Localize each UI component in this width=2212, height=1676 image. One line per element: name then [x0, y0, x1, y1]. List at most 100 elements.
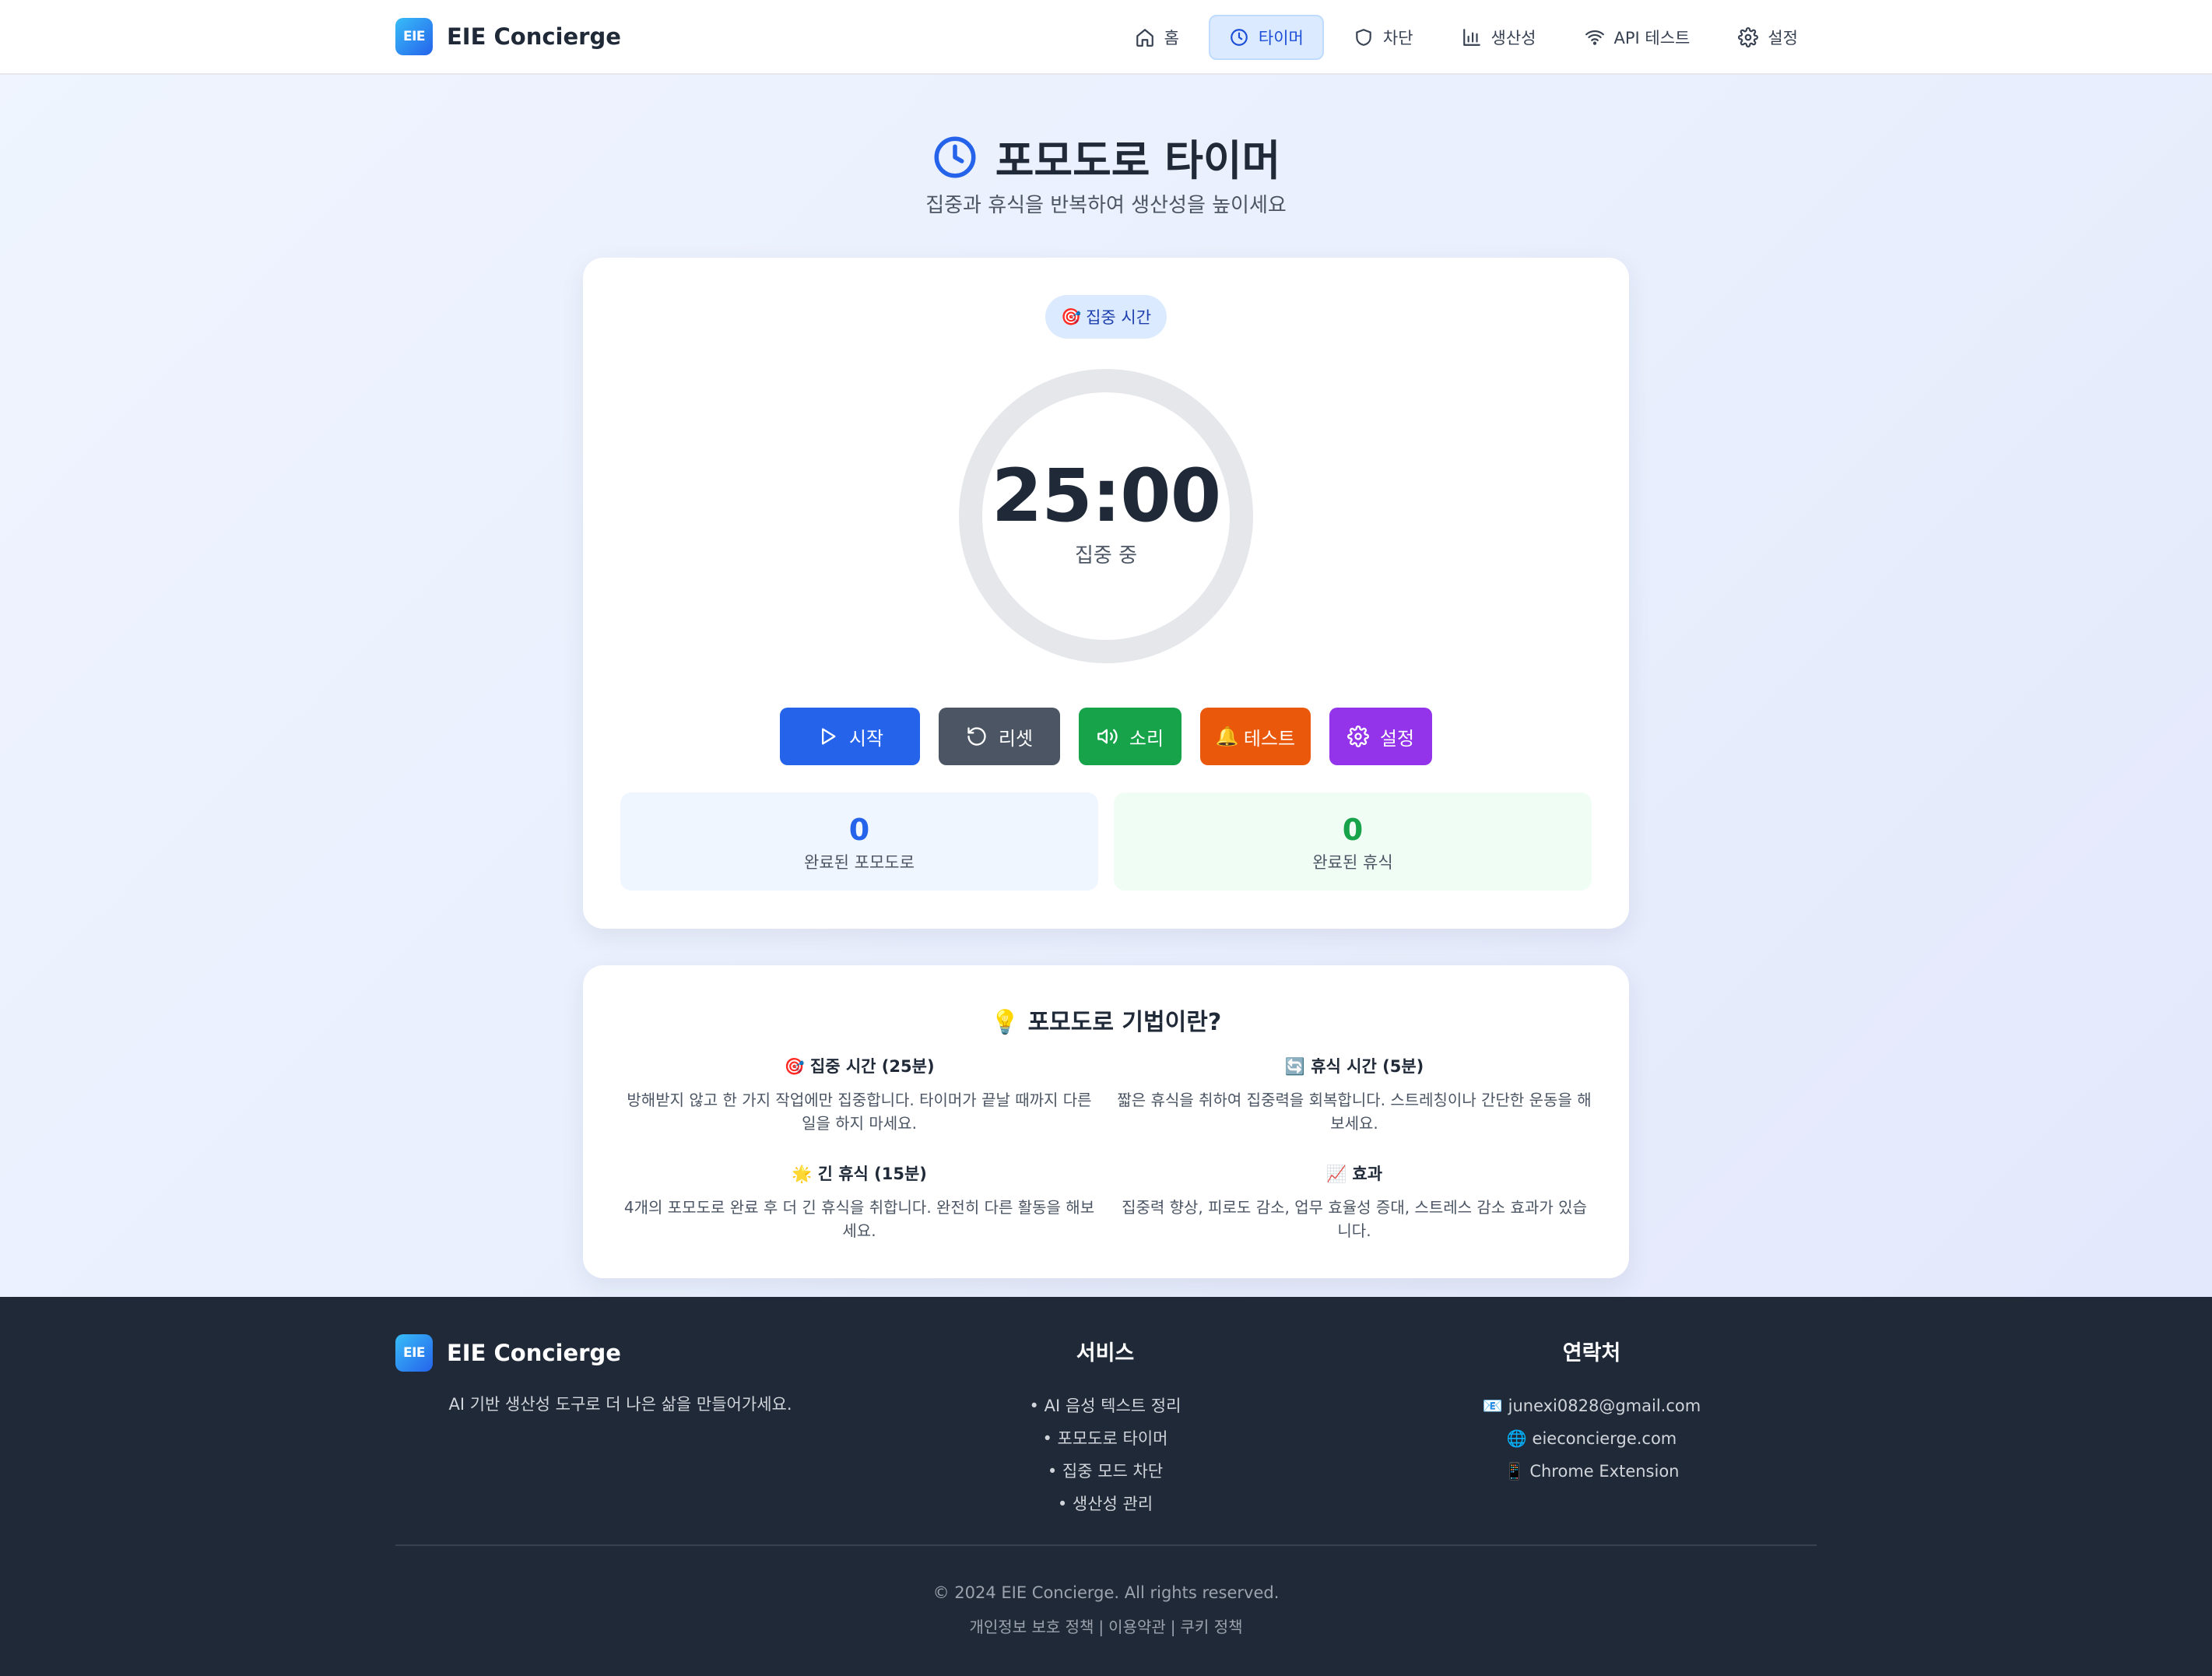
top-navbar: EIE EIE Concierge 홈 타이머 차단 생산성 API 테스트 설…	[0, 0, 2212, 75]
clock-icon	[1231, 29, 1248, 46]
lightbulb-icon: 💡	[990, 1009, 1020, 1036]
link-separator: |	[1098, 1618, 1104, 1636]
footer-tagline: AI 기반 생산성 도구로 더 나은 삶을 만들어가세요.	[448, 1395, 792, 1414]
footer-services-title: 서비스	[1076, 1341, 1135, 1365]
footer-brand-logo: EIE	[395, 1334, 433, 1372]
footer-contact-extension[interactable]: 📱 Chrome Extension	[1405, 1455, 1778, 1488]
reset-label: 리셋	[998, 727, 1034, 750]
footer-contact-website[interactable]: 🌐 eieconcierge.com	[1405, 1422, 1778, 1455]
target-icon: 🎯	[1060, 307, 1082, 326]
test-button[interactable]: 🔔 테스트	[1200, 708, 1311, 765]
sound-button[interactable]: 소리	[1079, 708, 1181, 765]
info-item-text: 4개의 포모도로 완료 후 더 긴 휴식을 취합니다. 완전히 다른 활동을 해…	[623, 1198, 1095, 1240]
info-item-title-text: 휴식 시간 (5분)	[1311, 1057, 1424, 1076]
completed-breaks-stat: 0 완료된 휴식	[1114, 792, 1592, 891]
privacy-policy-link[interactable]: 개인정보 보호 정책	[970, 1618, 1094, 1636]
footer-services: 서비스 • AI 음성 텍스트 정리 • 포모도로 타이머 • 집중 모드 차단…	[918, 1336, 1292, 1520]
gear-icon	[1347, 726, 1369, 747]
mode-badge: 🎯 집중 시간	[1045, 295, 1167, 339]
wifi-icon	[1585, 30, 1604, 45]
timer-settings-label: 설정	[1379, 727, 1415, 750]
nav-item-label: 타이머	[1258, 29, 1304, 47]
timer-card: 🎯 집중 시간 25:00 집중 중 시작 리셋 소리 🔔 테스트 설정 0 완…	[583, 258, 1629, 929]
page-title: 포모도로 타이머	[0, 126, 2212, 188]
timer-controls: 시작 리셋 소리 🔔 테스트 설정	[583, 708, 1629, 765]
shield-icon	[1356, 29, 1371, 46]
brand[interactable]: EIE EIE Concierge	[395, 18, 621, 55]
nav-item-block[interactable]: 차단	[1335, 15, 1432, 60]
footer-services-list: • AI 음성 텍스트 정리 • 포모도로 타이머 • 집중 모드 차단 • 생…	[918, 1390, 1292, 1520]
footer: EIE EIE Concierge AI 기반 생산성 도구로 더 나은 삶을 …	[0, 1297, 2212, 1676]
info-item-title: 🌟 긴 휴식 (15분)	[622, 1161, 1097, 1185]
start-label: 시작	[848, 727, 884, 750]
info-item-long-break: 🌟 긴 휴식 (15분) 4개의 포모도로 완료 후 더 긴 휴식을 취합니다.…	[622, 1161, 1097, 1242]
info-item-title: 📈 효과	[1117, 1161, 1592, 1185]
footer-service-item[interactable]: • 포모도로 타이머	[918, 1422, 1292, 1455]
footer-service-item[interactable]: • 집중 모드 차단	[918, 1455, 1292, 1488]
footer-service-item[interactable]: • 생산성 관리	[918, 1488, 1292, 1520]
info-item-text: 짧은 휴식을 취하여 집중력을 회복합니다. 스트레칭이나 간단한 운동을 해보…	[1117, 1091, 1592, 1133]
gear-icon	[1738, 27, 1759, 47]
repeat-icon: 🔄	[1284, 1057, 1305, 1076]
footer-brand-name: EIE Concierge	[447, 1340, 621, 1366]
timer-settings-button[interactable]: 설정	[1329, 708, 1432, 765]
sound-label: 소리	[1129, 727, 1164, 750]
footer-copyright: © 2024 EIE Concierge. All rights reserve…	[932, 1583, 1280, 1602]
brand-name: EIE Concierge	[447, 23, 621, 50]
completed-breaks-count: 0	[1342, 813, 1364, 847]
home-icon	[1136, 29, 1153, 47]
completed-breaks-label: 완료된 휴식	[1312, 853, 1393, 872]
info-title-text: 포모도로 기법이란?	[1027, 1009, 1222, 1036]
info-item-title: 🎯 집중 시간 (25분)	[622, 1054, 1097, 1077]
mode-label: 집중 시간	[1086, 308, 1152, 327]
nav-item-label: 홈	[1164, 29, 1179, 47]
bell-icon: 🔔	[1215, 726, 1239, 747]
bar-chart-icon	[1462, 29, 1480, 46]
target-icon: 🎯	[784, 1057, 805, 1076]
footer-legal-links: 개인정보 보호 정책 | 이용약관 | 쿠키 정책	[0, 1615, 2212, 1637]
footer-brand: EIE EIE Concierge	[395, 1334, 621, 1372]
nav-item-label: 차단	[1382, 29, 1413, 47]
completed-pomodoros-stat: 0 완료된 포모도로	[620, 792, 1098, 891]
nav-item-label: 생산성	[1490, 29, 1536, 47]
info-item-short-break: 🔄 휴식 시간 (5분) 짧은 휴식을 취하여 집중력을 회복합니다. 스트레칭…	[1117, 1054, 1592, 1135]
main-menu: 홈 타이머 차단 생산성 API 테스트 설정	[1116, 15, 1817, 60]
timer-display: 25:00	[991, 454, 1221, 539]
nav-item-label: API 테스트	[1613, 29, 1691, 47]
nav-item-label: 설정	[1768, 29, 1798, 47]
cookie-policy-link[interactable]: 쿠키 정책	[1181, 1618, 1243, 1636]
timer-state: 집중 중	[1074, 544, 1138, 567]
link-separator: |	[1170, 1618, 1176, 1636]
terms-link[interactable]: 이용약관	[1108, 1618, 1166, 1636]
info-title: 💡 포모도로 기법이란?	[583, 1003, 1629, 1037]
reset-button[interactable]: 리셋	[939, 708, 1060, 765]
footer-contact-title: 연락처	[1562, 1341, 1621, 1365]
nav-item-api-test[interactable]: API 테스트	[1566, 15, 1709, 60]
trend-up-icon: 📈	[1325, 1165, 1347, 1183]
footer-contact-list: 📧 junexi0828@gmail.com 🌐 eieconcierge.co…	[1405, 1390, 1778, 1488]
info-item-effect: 📈 효과 집중력 향상, 피로도 감소, 업무 효율성 증대, 스트레스 감소 …	[1117, 1161, 1592, 1242]
speaker-icon	[1097, 729, 1118, 744]
footer-contact: 연락처 📧 junexi0828@gmail.com 🌐 eieconcierg…	[1405, 1336, 1778, 1488]
info-item-text: 방해받지 않고 한 가지 작업에만 집중합니다. 타이머가 끝날 때까지 다른 …	[627, 1091, 1092, 1133]
info-item-title-text: 긴 휴식 (15분)	[817, 1165, 927, 1183]
page-subtitle: 집중과 휴식을 반복하여 생산성을 높이세요	[925, 194, 1287, 217]
nav-item-home[interactable]: 홈	[1116, 15, 1198, 60]
page-title-text: 포모도로 타이머	[995, 136, 1281, 185]
nav-item-settings[interactable]: 설정	[1719, 15, 1817, 60]
completed-pomodoros-count: 0	[848, 813, 870, 847]
nav-item-productivity[interactable]: 생산성	[1443, 15, 1555, 60]
brand-logo: EIE	[395, 18, 433, 55]
info-item-text: 집중력 향상, 피로도 감소, 업무 효율성 증대, 스트레스 감소 효과가 있…	[1122, 1198, 1587, 1240]
footer-contact-email[interactable]: 📧 junexi0828@gmail.com	[1405, 1390, 1778, 1422]
completed-pomodoros-label: 완료된 포모도로	[804, 853, 915, 872]
start-button[interactable]: 시작	[780, 708, 920, 765]
info-item-title-text: 집중 시간 (25분)	[809, 1057, 935, 1076]
footer-divider	[395, 1544, 1817, 1546]
reset-icon	[967, 727, 986, 746]
footer-service-item[interactable]: • AI 음성 텍스트 정리	[918, 1390, 1292, 1422]
nav-item-timer[interactable]: 타이머	[1208, 15, 1324, 60]
play-icon	[821, 728, 836, 745]
pomodoro-info-card: 💡 포모도로 기법이란? 🎯 집중 시간 (25분) 방해받지 않고 한 가지 …	[583, 965, 1629, 1278]
test-label: 테스트	[1243, 727, 1296, 750]
